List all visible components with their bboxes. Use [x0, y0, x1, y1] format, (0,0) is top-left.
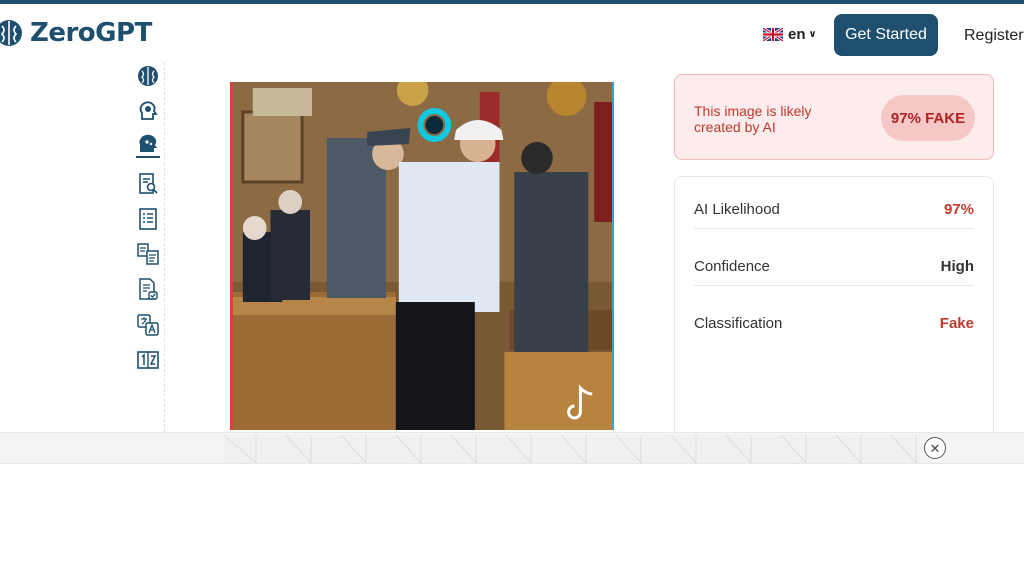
brand-name: ZeroGPT: [30, 18, 152, 48]
ad-banner: ✕: [0, 432, 1024, 464]
document-check-icon[interactable]: [136, 277, 160, 301]
metric-label: AI Likelihood: [694, 201, 780, 218]
page: ZeroGPT en ∨ Get Started Register This i…: [0, 0, 1024, 576]
document-list-icon[interactable]: [136, 207, 160, 231]
uploaded-image-preview[interactable]: [230, 82, 614, 430]
verdict-card: This image is likely created by AI 97% F…: [674, 74, 994, 160]
metric-label: Classification: [694, 315, 783, 332]
chevron-down-icon: ∨: [808, 29, 817, 40]
uk-flag-icon: [763, 28, 783, 41]
metric-ai-likelihood: AI Likelihood 97%: [694, 177, 974, 229]
metric-value: 97%: [943, 201, 974, 218]
metrics-card: AI Likelihood 97% Confidence High Classi…: [674, 176, 994, 446]
courtroom-photo: [233, 82, 612, 430]
fake-score-badge: 97% FAKE: [881, 95, 975, 141]
number-box-icon[interactable]: [136, 348, 160, 372]
close-icon[interactable]: ✕: [924, 437, 946, 459]
document-translate-icon[interactable]: [136, 242, 160, 266]
metric-label: Confidence: [694, 258, 770, 275]
language-selector[interactable]: en ∨: [763, 26, 817, 43]
document-search-icon[interactable]: [136, 172, 160, 196]
head-gear-icon[interactable]: [136, 99, 160, 123]
header: ZeroGPT en ∨ Get Started Register: [0, 4, 1024, 62]
tool-sidebar: [136, 62, 164, 432]
brain-icon: [0, 20, 22, 46]
ad-placeholder-pattern: [224, 435, 920, 463]
sidebar-divider: [164, 62, 165, 432]
register-link[interactable]: Register: [964, 27, 1024, 45]
metric-classification: Classification Fake: [694, 291, 974, 343]
get-started-button[interactable]: Get Started: [834, 14, 938, 56]
metric-value: Fake: [939, 315, 974, 332]
metric-confidence: Confidence High: [694, 234, 974, 286]
face-scan-icon[interactable]: [136, 134, 160, 158]
metric-value: High: [940, 258, 974, 275]
translate-icon[interactable]: [136, 313, 160, 337]
brain-icon[interactable]: [136, 64, 160, 88]
verdict-text: This image is likely created by AI: [694, 103, 812, 135]
logo[interactable]: ZeroGPT: [0, 18, 152, 48]
language-code: en: [788, 26, 806, 43]
